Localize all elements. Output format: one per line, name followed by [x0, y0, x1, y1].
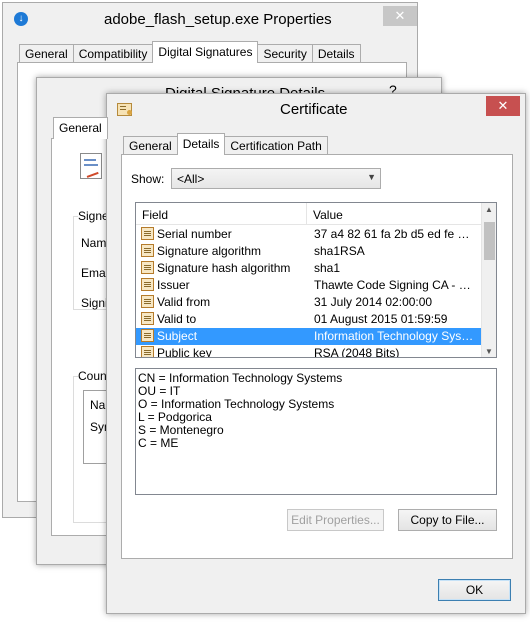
properties-title: adobe_flash_setup.exe Properties [104, 11, 332, 28]
row-field: Signature hash algorithm [157, 261, 291, 275]
row-value: Information Technology Syste... [314, 329, 474, 343]
show-dropdown-value: <All> [177, 172, 205, 186]
certificate-icon [117, 103, 132, 116]
certificate-title: Certificate [280, 101, 348, 118]
tab-details[interactable]: Details [311, 44, 361, 63]
scroll-up-icon[interactable]: ▲ [485, 205, 493, 214]
row-value: sha1 [314, 261, 341, 275]
list-scrollbar[interactable]: ▲ ▼ [481, 203, 496, 357]
list-item[interactable]: Valid to 01 August 2015 01:59:59 [136, 311, 481, 328]
chevron-down-icon: ▼ [367, 172, 376, 182]
info-icon: ↓ [14, 12, 28, 26]
list-rows: Serial number 37 a4 82 61 fa 2b d5 ed fe… [136, 226, 481, 358]
signature-icon [80, 153, 102, 179]
row-value: RSA (2048 Bits) [314, 346, 400, 358]
row-value: 37 a4 82 61 fa 2b d5 ed fe 85 ... [314, 227, 474, 241]
row-field: Issuer [157, 278, 190, 292]
tab-cert-details[interactable]: Details [176, 133, 226, 155]
row-field: Subject [157, 329, 198, 343]
edit-properties-button[interactable]: Edit Properties... [287, 509, 384, 531]
row-field: Public key [157, 346, 212, 358]
show-dropdown[interactable]: <All> ▼ [171, 168, 381, 189]
tab-compatibility[interactable]: Compatibility [72, 44, 154, 63]
row-field: Signature algorithm [157, 244, 262, 258]
detail-line: S = Montenegro [138, 423, 224, 437]
list-item[interactable]: Valid from 31 July 2014 02:00:00 [136, 294, 481, 311]
list-item-selected[interactable]: Subject Information Technology Syste... [136, 328, 481, 345]
tab-security[interactable]: Security [257, 44, 313, 63]
list-header: Field Value [136, 203, 481, 225]
row-value: 01 August 2015 01:59:59 [314, 312, 448, 326]
list-item[interactable]: Public key RSA (2048 Bits) [136, 345, 481, 358]
tab-signature-general[interactable]: General [53, 117, 108, 139]
detail-line: C = ME [138, 436, 179, 450]
row-field: Valid from [157, 295, 211, 309]
tab-cert-certification-path[interactable]: Certification Path [224, 136, 328, 155]
row-value: 31 July 2014 02:00:00 [314, 295, 433, 309]
field-column-header[interactable]: Field [142, 208, 168, 222]
scroll-down-icon[interactable]: ▼ [485, 347, 493, 356]
certificate-field-icon [141, 295, 154, 308]
list-item[interactable]: Issuer Thawte Code Signing CA - G2,... [136, 277, 481, 294]
column-divider[interactable] [306, 203, 307, 225]
tab-cert-general[interactable]: General [123, 136, 178, 155]
properties-tabs: General Compatibility Digital Signatures… [19, 41, 361, 63]
list-item[interactable]: Serial number 37 a4 82 61 fa 2b d5 ed fe… [136, 226, 481, 243]
certificate-field-icon [141, 244, 154, 257]
properties-close-button[interactable]: ✕ [383, 6, 417, 26]
row-field: Serial number [157, 227, 232, 241]
list-item[interactable]: Signature algorithm sha1RSA [136, 243, 481, 260]
ok-button[interactable]: OK [438, 579, 511, 601]
certificate-details-panel: Show: <All> ▼ Field Value Serial number … [121, 154, 513, 559]
field-details-textbox[interactable]: CN = Information Technology Systems OU =… [135, 368, 497, 495]
detail-line: CN = Information Technology Systems [138, 371, 343, 385]
scroll-thumb[interactable] [484, 222, 495, 260]
list-item[interactable]: Signature hash algorithm sha1 [136, 260, 481, 277]
row-value: sha1RSA [314, 244, 365, 258]
tab-digital-signatures[interactable]: Digital Signatures [152, 41, 259, 63]
certificate-field-icon [141, 227, 154, 240]
certificate-tabs: General Details Certification Path [123, 133, 328, 155]
certificate-close-button[interactable]: ✕ [486, 96, 520, 116]
certificate-field-icon [141, 278, 154, 291]
signature-tabs: General [53, 117, 108, 139]
row-field: Valid to [157, 312, 197, 326]
certificate-field-icon [141, 312, 154, 325]
certificate-window: Certificate ✕ General Details Certificat… [106, 93, 526, 614]
certificate-field-icon [141, 346, 154, 357]
show-label: Show: [131, 172, 165, 186]
certificate-field-icon [141, 329, 154, 342]
copy-to-file-button[interactable]: Copy to File... [398, 509, 497, 531]
fields-list[interactable]: Field Value Serial number 37 a4 82 61 fa… [135, 202, 497, 358]
tab-general[interactable]: General [19, 44, 74, 63]
row-value: Thawte Code Signing CA - G2,... [314, 278, 474, 292]
certificate-field-icon [141, 261, 154, 274]
value-column-header[interactable]: Value [313, 208, 343, 222]
